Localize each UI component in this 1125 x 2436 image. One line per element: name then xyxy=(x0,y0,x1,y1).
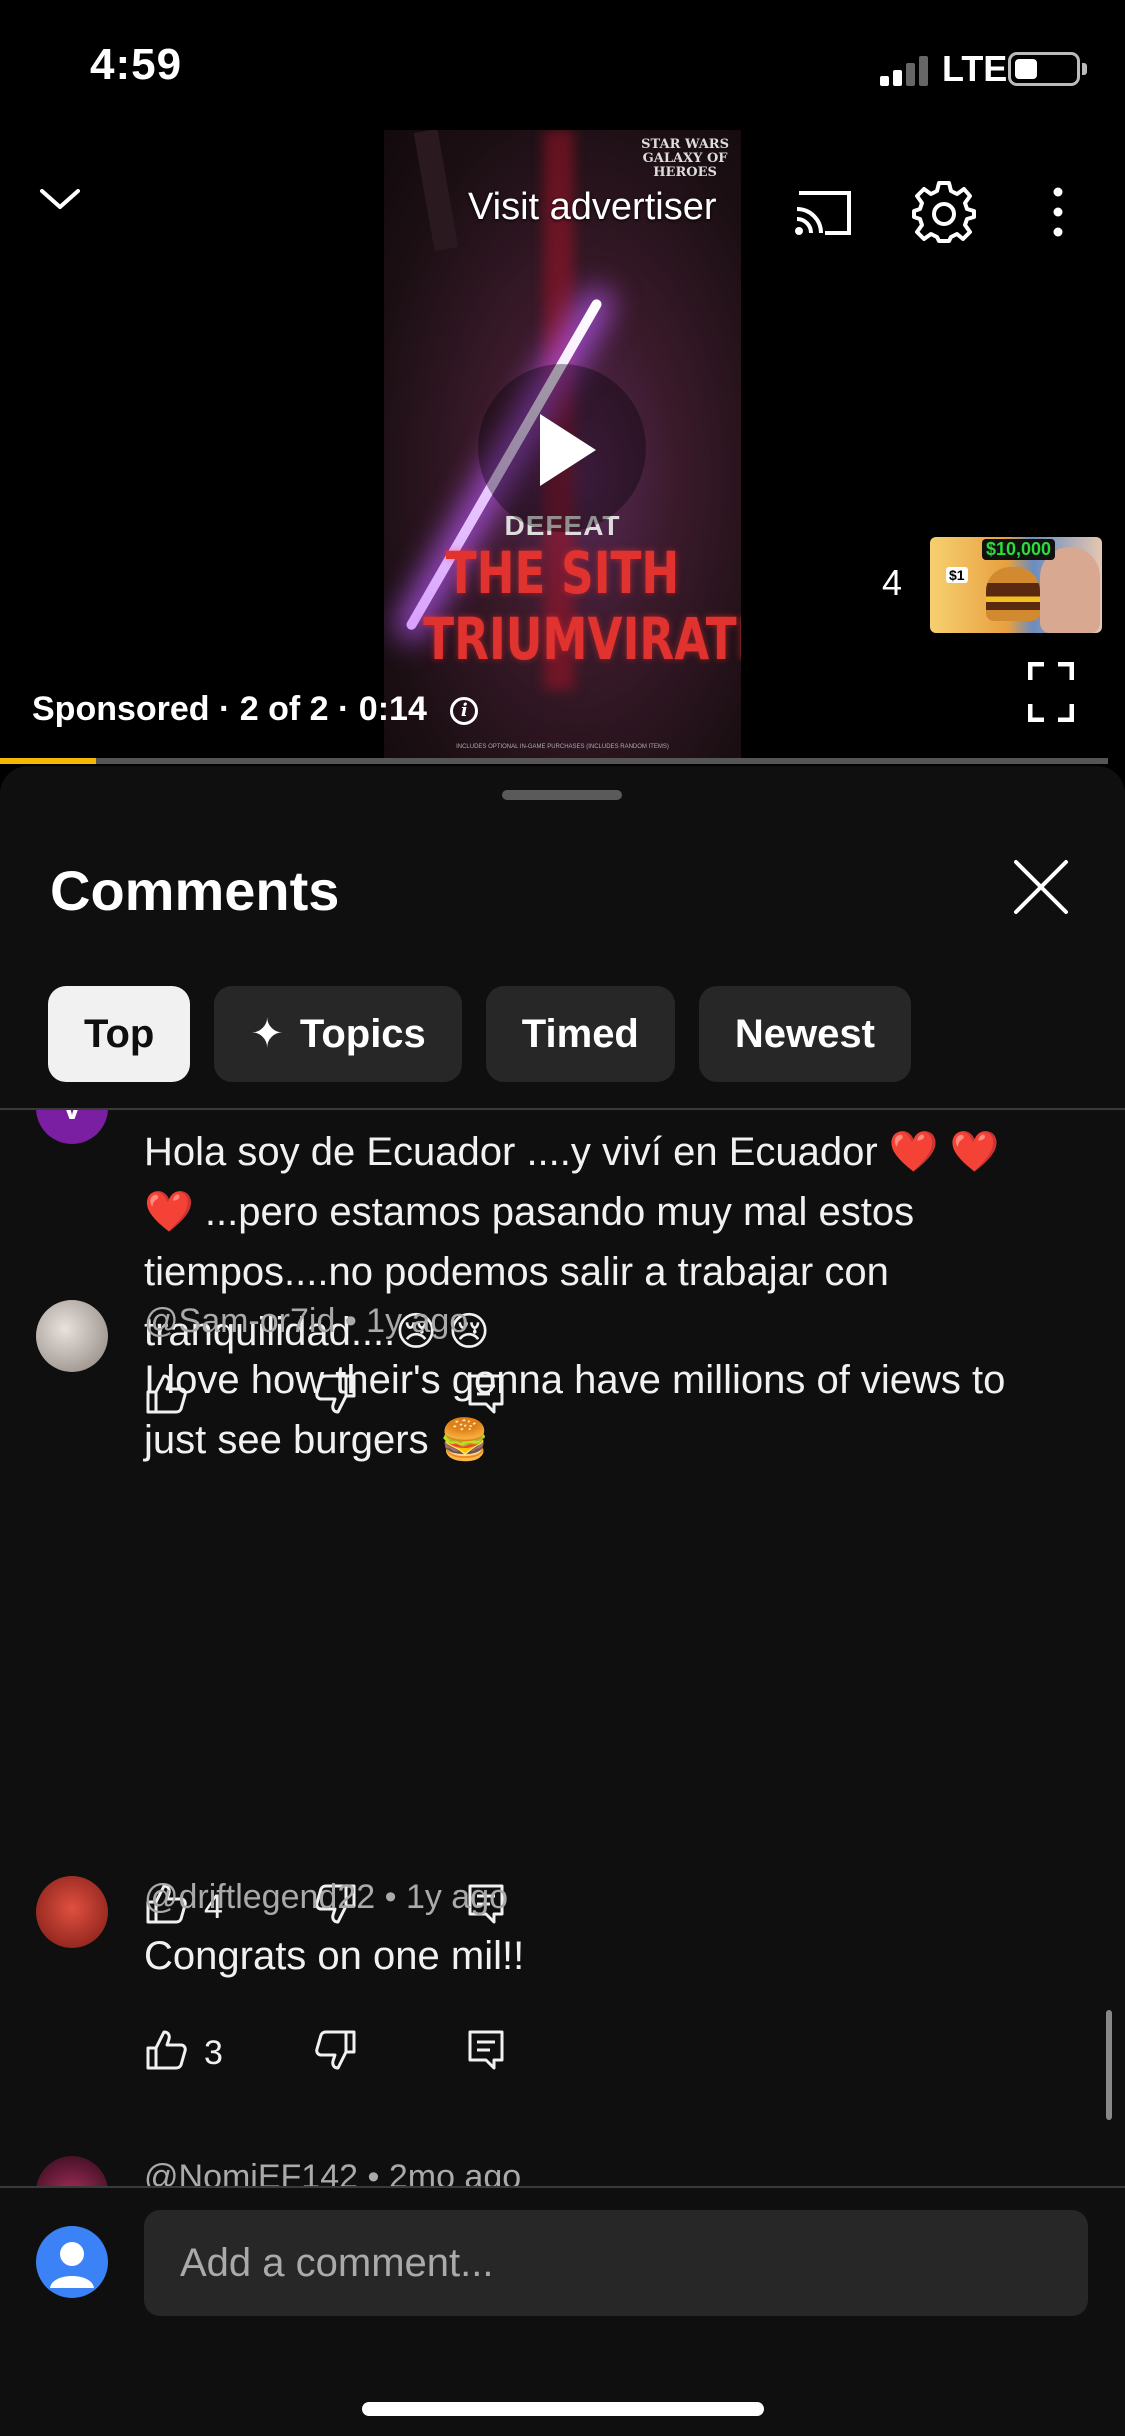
ad-fine-print: INCLUDES OPTIONAL IN-GAME PURCHASES (INC… xyxy=(456,744,669,750)
reply-icon xyxy=(468,2030,504,2070)
home-indicator[interactable] xyxy=(362,2402,764,2416)
add-comment-input[interactable]: Add a comment... xyxy=(144,2210,1088,2316)
more-vert-icon[interactable] xyxy=(1048,182,1068,242)
user-avatar-icon xyxy=(36,2226,108,2298)
comment-text: Congrats on one mil!! xyxy=(144,1934,525,1978)
close-icon[interactable] xyxy=(1012,858,1070,916)
comment-time: 1y ago xyxy=(366,1302,469,1340)
thumbs-up-icon xyxy=(146,2030,187,2070)
comments-panel: Comments Top ✦Topics Timed Newest V Hola… xyxy=(0,766,1125,2436)
thumb-price-big: $10,000 xyxy=(982,539,1056,560)
comment-meta: @driftlegend22 • 1y ago xyxy=(144,1878,509,1916)
play-icon xyxy=(540,414,596,486)
drag-handle[interactable] xyxy=(502,790,622,800)
like-count: 3 xyxy=(204,2034,223,2072)
sparkle-icon: ✦ xyxy=(250,1012,284,1056)
panel-title: Comments xyxy=(50,859,340,922)
thumbs-down-icon xyxy=(315,2030,356,2070)
comment-meta: @NomiEF142 • 2mo ago xyxy=(144,2158,521,2186)
status-time: 4:59 xyxy=(90,40,183,89)
ad-title-text: THE SITH TRIUMVIRATE xyxy=(423,539,741,673)
up-next-thumbnail[interactable]: $10,000 $1 xyxy=(930,537,1102,633)
thumb-price-small: $1 xyxy=(946,567,968,583)
battery-cap xyxy=(1082,63,1087,75)
ad-info-bar: Sponsored · 2 of 2 · 0:14 i xyxy=(32,690,479,729)
input-divider xyxy=(0,2186,1125,2188)
up-next-count: 4 xyxy=(882,562,903,603)
dislike-button[interactable] xyxy=(314,2028,358,2078)
avatar[interactable] xyxy=(36,1876,108,1948)
scrollbar[interactable] xyxy=(1106,2010,1112,2120)
chip-top[interactable]: Top xyxy=(48,986,191,1082)
avatar[interactable] xyxy=(36,2156,108,2186)
battery-icon xyxy=(1008,52,1080,86)
cast-icon[interactable] xyxy=(793,185,855,239)
comment-time: 2mo ago xyxy=(388,2158,522,2186)
chip-newest[interactable]: Newest xyxy=(698,986,911,1082)
progress-fill xyxy=(0,758,96,764)
like-button[interactable]: 3 xyxy=(144,2028,223,2078)
status-bar: 4:59 LTE xyxy=(0,0,1125,130)
network-type: LTE xyxy=(942,48,1008,89)
comment-item: @NomiEF142 • 2mo ago xyxy=(0,2156,1125,2186)
avatar[interactable]: V xyxy=(36,1110,108,1144)
comment-text: I love how their's gonna have millions o… xyxy=(144,1358,1006,1462)
info-icon[interactable]: i xyxy=(450,697,479,725)
video-player[interactable]: STAR WARS GALAXY OF HEROES DEFEAT THE SI… xyxy=(0,130,1125,760)
comment-time: 1y ago xyxy=(405,1878,509,1916)
chip-timed[interactable]: Timed xyxy=(485,986,675,1082)
comment-meta: @Sam-or7id • 1y ago xyxy=(144,1302,469,1340)
comment-author[interactable]: @Sam-or7id xyxy=(144,1302,335,1340)
gear-icon[interactable] xyxy=(912,180,976,244)
avatar[interactable] xyxy=(36,1300,108,1372)
ad-brand-logo: STAR WARS GALAXY OF HEROES xyxy=(641,137,729,180)
visit-advertiser-link[interactable]: Visit advertiser xyxy=(468,186,717,229)
fullscreen-icon[interactable] xyxy=(1028,662,1074,722)
chevron-down-icon[interactable] xyxy=(36,175,84,223)
comment-author[interactable]: @driftlegend22 xyxy=(144,1878,375,1916)
sort-chips: Top ✦ Topics Timed Newest xyxy=(48,986,911,1082)
cellular-signal-icon xyxy=(880,56,928,86)
reply-button[interactable] xyxy=(464,2028,508,2078)
progress-track[interactable] xyxy=(0,758,1108,764)
chip-topics[interactable]: ✦ Topics xyxy=(214,986,462,1082)
ad-info-text: Sponsored · 2 of 2 · 0:14 xyxy=(32,690,427,728)
comment-author[interactable]: @NomiEF142 xyxy=(144,2158,358,2186)
burger-graphic xyxy=(986,567,1040,621)
